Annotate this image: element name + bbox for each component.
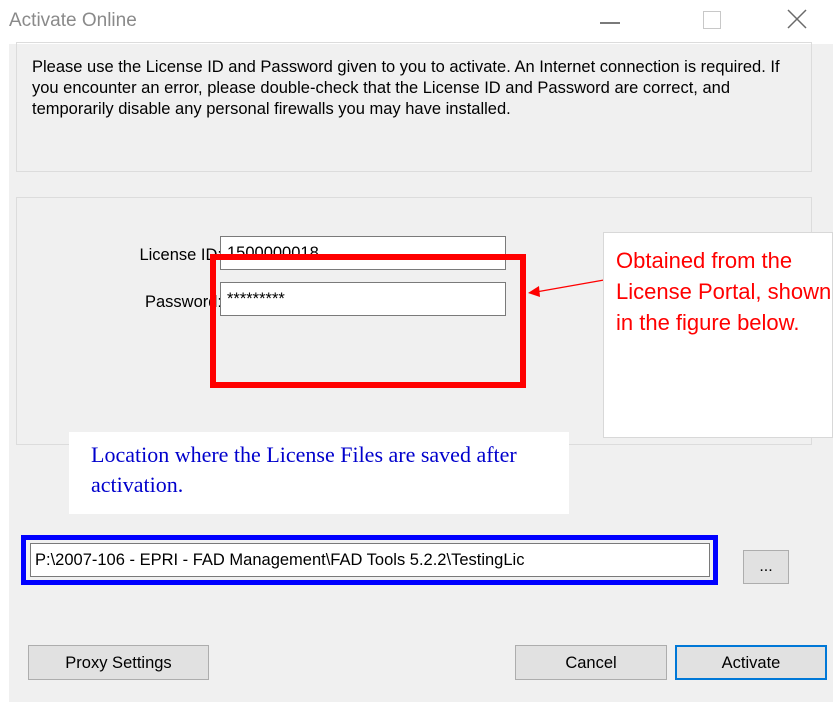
- browse-button[interactable]: ...: [743, 550, 789, 584]
- activate-button[interactable]: Activate: [675, 645, 827, 680]
- cancel-button[interactable]: Cancel: [515, 645, 667, 680]
- license-portal-callout: Obtained from the License Portal, shown …: [603, 232, 833, 438]
- proxy-settings-button[interactable]: Proxy Settings: [28, 645, 209, 680]
- license-location-note: Location where the License Files are sav…: [91, 442, 517, 497]
- license-folder-highlight-box: [21, 535, 718, 585]
- license-location-callout: Location where the License Files are sav…: [69, 432, 569, 514]
- license-portal-note: Obtained from the License Portal, shown …: [616, 248, 832, 335]
